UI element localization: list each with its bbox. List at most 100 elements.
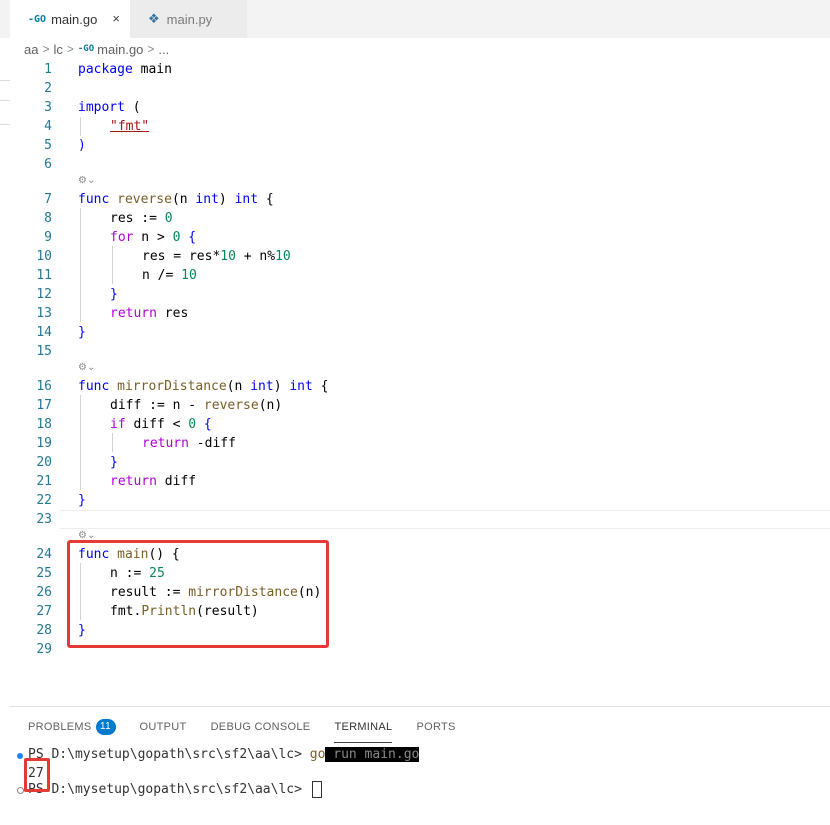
tab-label: main.py — [166, 11, 213, 27]
terminal-line-command[interactable]: PS D:\mysetup\gopath\src\sf2\aa\lc> go r… — [28, 747, 420, 762]
panel-tabs: PROBLEMS 11 OUTPUT DEBUG CONSOLE TERMINAL… — [28, 717, 480, 743]
line-number: 27 — [36, 604, 52, 619]
line-number: 11 — [36, 268, 52, 283]
code-line-12: } — [110, 285, 118, 304]
code-text: ) — [273, 379, 290, 394]
tab-ports[interactable]: PORTS — [416, 717, 455, 737]
keyword: func — [78, 192, 110, 207]
code-text: ( — [124, 100, 141, 115]
number-literal: 0 — [164, 211, 173, 226]
number-literal: 10 — [275, 249, 291, 264]
function-name: reverse — [203, 398, 259, 413]
command-success-decoration[interactable] — [17, 753, 23, 759]
terminal-prompt: PS D:\mysetup\gopath\src\sf2\aa\lc> — [28, 747, 310, 762]
breadcrumb-item-main-go[interactable]: main.go — [97, 42, 143, 57]
function-name: reverse — [117, 192, 172, 207]
code-text: ) — [78, 138, 86, 153]
breadcrumb-item-lc[interactable]: lc — [53, 42, 62, 57]
tab-problems[interactable]: PROBLEMS 11 — [28, 717, 116, 737]
code-lens-icon[interactable]: ⚙︎⌄ — [78, 362, 95, 373]
tab-main-py[interactable]: ❖ main.py — [130, 0, 247, 38]
indent-guide — [112, 433, 113, 452]
code-text: diff < — [125, 417, 189, 432]
type-name: int — [234, 192, 259, 207]
line-number: 25 — [36, 566, 52, 581]
chevron-right-icon: > — [42, 42, 50, 56]
code-text: res := — [110, 211, 165, 226]
line-number: 21 — [36, 474, 52, 489]
line-number: 18 — [36, 417, 52, 432]
tab-label: main.go — [51, 11, 98, 27]
breadcrumb-item-symbols[interactable]: ... — [158, 42, 169, 57]
keyword: func — [78, 379, 110, 394]
line-number: 10 — [36, 249, 52, 264]
code-line-20: } — [110, 453, 118, 472]
tab-main-go[interactable]: -GO main.go × — [10, 0, 130, 38]
line-number: 5 — [44, 138, 52, 153]
indent-guide — [80, 208, 81, 322]
code-text: } — [78, 493, 86, 508]
type-name: int — [195, 192, 219, 207]
code-line-5: ) — [78, 136, 86, 155]
line-number: 29 — [36, 642, 52, 657]
code-line-4: "fmt" — [110, 117, 149, 136]
chevron-right-icon: > — [147, 42, 155, 56]
tab-output[interactable]: OUTPUT — [140, 717, 187, 737]
keyword: import — [78, 100, 125, 115]
code-text: diff := n - — [110, 398, 204, 413]
code-text: (n) — [258, 398, 283, 413]
tab-label: PROBLEMS — [28, 721, 92, 733]
code-line-17: diff := n - reverse(n) — [110, 396, 282, 415]
line-number: 3 — [44, 100, 52, 115]
bottom-panel: PROBLEMS 11 OUTPUT DEBUG CONSOLE TERMINAL… — [10, 706, 830, 825]
code-lens-icon[interactable]: ⚙︎⌄ — [78, 175, 95, 186]
code-text: (n — [226, 379, 251, 394]
code-text: ) — [218, 192, 235, 207]
line-number: 16 — [36, 379, 52, 394]
line-number: 2 — [44, 81, 52, 96]
tab-label: TERMINAL — [334, 721, 393, 733]
code-text: n > — [133, 230, 173, 245]
line-number: 13 — [36, 306, 52, 321]
terminal-line-prompt[interactable]: PS D:\mysetup\gopath\src\sf2\aa\lc> — [28, 781, 322, 798]
code-line-1: package main — [78, 60, 172, 79]
tab-debug-console[interactable]: DEBUG CONSOLE — [211, 717, 311, 737]
line-number: 9 — [44, 230, 52, 245]
tab-label: OUTPUT — [139, 721, 187, 733]
python-file-icon: ❖ — [148, 11, 160, 26]
line-number: 8 — [44, 211, 52, 226]
keyword: package — [78, 62, 133, 77]
code-text: (n — [171, 192, 196, 207]
breadcrumb-item-aa[interactable]: aa — [24, 42, 38, 57]
go-file-icon: -GO — [77, 44, 95, 54]
number-literal: 0 — [188, 417, 197, 432]
tab-terminal[interactable]: TERMINAL — [334, 717, 393, 743]
code-text: } — [78, 325, 86, 340]
line-number: 19 — [36, 436, 52, 451]
control-keyword: if — [110, 417, 126, 432]
terminal-command-selected: run main.go — [325, 747, 420, 762]
line-number: 20 — [36, 455, 52, 470]
command-pending-decoration[interactable] — [17, 787, 24, 794]
code-line-14: } — [78, 323, 86, 342]
type-name: int — [289, 379, 313, 394]
code-text: res = res* — [142, 249, 221, 264]
terminal-prompt: PS D:\mysetup\gopath\src\sf2\aa\lc> — [28, 782, 310, 797]
close-icon[interactable]: × — [112, 11, 120, 26]
indent-guide — [80, 117, 81, 136]
code-line-11: n /= 10 — [142, 266, 197, 285]
terminal-cursor — [311, 781, 322, 798]
highlight-annotation-box — [24, 758, 50, 792]
code-text: n /= — [142, 268, 182, 283]
number-literal: 10 — [181, 268, 197, 283]
line-number: 1 — [44, 62, 52, 77]
code-line-13: return res — [110, 304, 188, 323]
code-line-21: return diff — [110, 472, 196, 491]
code-line-9: for n > 0 { — [110, 228, 196, 247]
control-keyword: for — [110, 230, 134, 245]
function-name: mirrorDistance — [117, 379, 227, 394]
line-number: 23 — [36, 512, 52, 527]
breadcrumb: aa > lc > -GO main.go > ... — [0, 38, 830, 60]
line-number: 24 — [36, 547, 52, 562]
code-text: { — [180, 230, 197, 245]
